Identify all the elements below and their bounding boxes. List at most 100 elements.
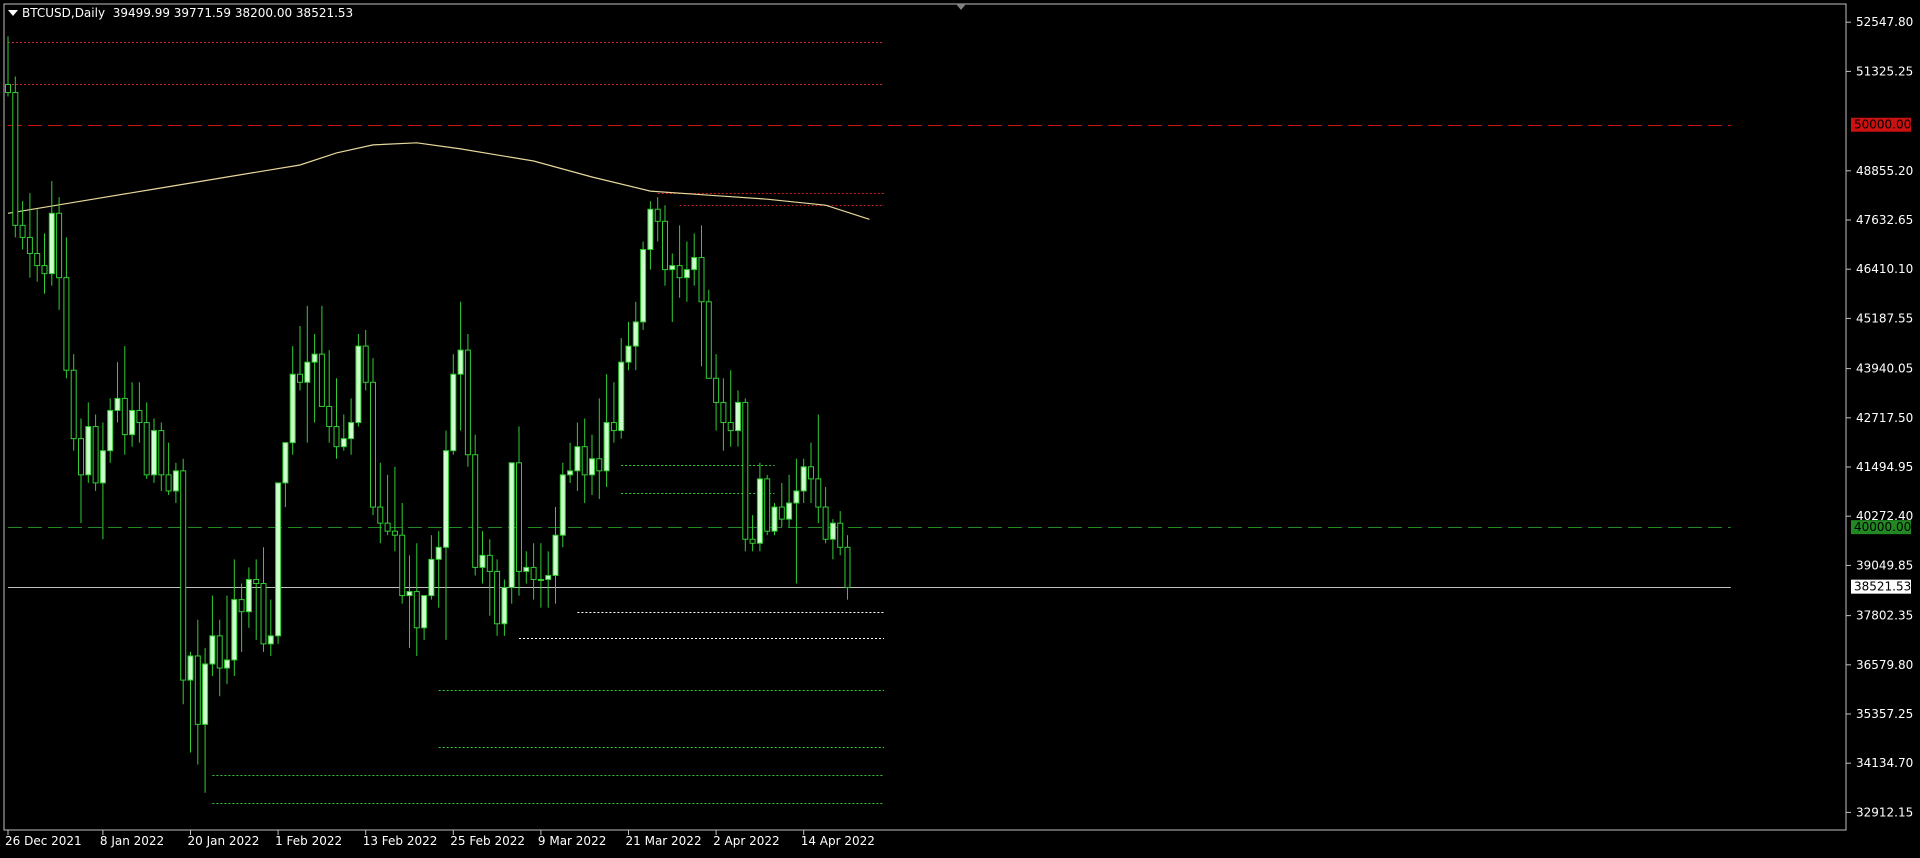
candle-body (107, 409, 114, 452)
candle-body (78, 438, 84, 476)
candle-body (669, 265, 676, 271)
candle-body (749, 538, 756, 544)
candle-body (516, 462, 522, 572)
candle-body (494, 570, 501, 625)
candle-body (778, 506, 785, 520)
candle-body (501, 587, 508, 625)
candle-body (720, 401, 727, 424)
candle-body (384, 522, 391, 532)
candle-body (457, 349, 464, 375)
candle-body (216, 635, 223, 669)
candle-body (267, 635, 274, 645)
candle-body (508, 462, 515, 589)
price-tick-label: 52547.80 (1856, 15, 1913, 29)
candle-body (304, 361, 311, 383)
candle-body (676, 265, 683, 279)
price-tick-label: 37802.35 (1856, 609, 1913, 623)
time-tick-label: 1 Feb 2022 (275, 834, 342, 848)
candle-body (625, 345, 632, 363)
candle[interactable] (355, 334, 362, 427)
candle[interactable] (464, 334, 471, 467)
candle-body (844, 546, 851, 589)
candle-body (165, 474, 172, 492)
symbol-label: BTCUSD,Daily (22, 6, 106, 20)
candle-body (355, 345, 362, 424)
candle[interactable] (12, 76, 19, 238)
candle[interactable] (705, 289, 712, 379)
candle-body (224, 659, 230, 669)
candle-body (85, 426, 92, 476)
candle-body (56, 212, 63, 279)
price-tick-label: 47632.65 (1856, 213, 1913, 227)
candle[interactable] (742, 398, 749, 552)
candle-body (800, 466, 807, 492)
price-chart[interactable]: 52547.80 51325.25 48855.20 47632.65 46410.10… (0, 0, 1920, 854)
candle-body (406, 591, 413, 597)
time-tick-label: 2 Apr 2022 (713, 834, 780, 848)
candle-body (552, 534, 559, 576)
candle-body (837, 522, 844, 548)
candle-body (596, 458, 603, 472)
candle-body (245, 578, 252, 613)
candle-body (275, 482, 282, 637)
price-tick-label: 35357.25 (1856, 707, 1913, 721)
time-tick-label: 8 Jan 2022 (100, 834, 164, 848)
candle-body (34, 253, 41, 267)
candle-body (297, 373, 303, 383)
candle[interactable] (771, 503, 778, 536)
candle-body (610, 422, 617, 432)
candle-body (764, 478, 771, 532)
candle-body (771, 506, 778, 532)
candle-body (793, 490, 800, 504)
candle[interactable] (640, 241, 647, 330)
candle-body (567, 470, 574, 476)
candle[interactable] (559, 462, 566, 548)
candle-body (603, 422, 610, 472)
candle-body (143, 422, 150, 476)
candle-body (589, 458, 595, 476)
time-tick-label: 9 Mar 2022 (538, 834, 606, 848)
candle-body (121, 397, 128, 436)
chart-window[interactable]: 52547.80 51325.25 48855.20 47632.65 46410.10… (0, 0, 1920, 854)
candle-body (326, 405, 333, 428)
candle-body (194, 655, 201, 725)
chart-menu-arrow-icon[interactable] (8, 10, 18, 16)
candle-body (808, 466, 814, 480)
candle-body (5, 83, 11, 94)
price-tag-level-40000: 40000.00 (1851, 520, 1911, 535)
candle[interactable] (508, 462, 515, 604)
candle-body (362, 345, 369, 383)
time-tick-label: 25 Feb 2022 (450, 834, 525, 848)
price-tick-label: 39049.85 (1856, 558, 1913, 572)
candle-body (691, 257, 698, 271)
price-tag-text: 40000.00 (1854, 520, 1911, 534)
candle-body (209, 635, 216, 665)
price-tick-label: 43940.05 (1856, 362, 1913, 376)
candle[interactable] (764, 474, 771, 536)
candle[interactable] (472, 434, 479, 576)
candle-body (632, 321, 639, 347)
price-tick-label: 51325.25 (1856, 64, 1913, 78)
candle-body (421, 595, 428, 629)
ohlc-values: 39499.99 39771.59 38200.00 38521.53 (112, 6, 354, 20)
candle-body (735, 401, 741, 432)
candle-body (647, 208, 654, 250)
candle-body (413, 591, 420, 629)
candle[interactable] (275, 482, 282, 644)
plot-area[interactable] (3, 3, 1847, 831)
candle-body (654, 208, 661, 222)
price-tick-label: 32912.15 (1856, 805, 1913, 819)
candle-body (559, 474, 566, 536)
candle-body (114, 397, 121, 411)
candle-body (48, 212, 55, 275)
candle-body (333, 426, 340, 448)
candle-body (574, 446, 581, 472)
candle-body (289, 373, 296, 444)
price-tag-current-price: 38521.53 (1851, 579, 1911, 594)
candle-body (464, 349, 471, 456)
candle[interactable] (180, 458, 187, 705)
candle-body (618, 361, 625, 432)
price-tag-text: 50000.00 (1854, 118, 1911, 132)
candle-body (472, 454, 479, 568)
candle-body (829, 522, 836, 540)
